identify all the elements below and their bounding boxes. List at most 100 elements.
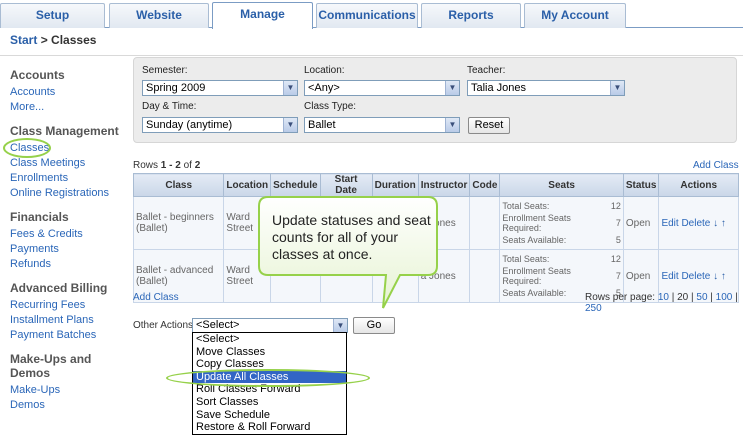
filter-panel: Semester: Spring 2009 ▼ Location: <Any> … <box>133 57 737 143</box>
col-status[interactable]: Status <box>622 173 660 197</box>
rpp-option-250[interactable]: 250 <box>585 303 602 314</box>
tab-my-account[interactable]: My Account <box>524 3 626 28</box>
sidebar-item-class-meetings[interactable]: Class Meetings <box>10 156 125 171</box>
chevron-down-icon: ▼ <box>283 118 297 132</box>
dropdown-option[interactable]: Save Schedule <box>193 409 346 422</box>
location-select[interactable]: <Any> ▼ <box>304 80 460 96</box>
sidebar-item-make-ups[interactable]: Make-Ups <box>10 383 125 398</box>
tab-setup[interactable]: Setup <box>0 3 105 28</box>
sidebar-item-classes[interactable]: Classes <box>10 141 125 156</box>
move-down-icon[interactable]: ↓ <box>713 218 718 229</box>
seats-value: 5 <box>615 235 621 245</box>
seats-label: Total Seats: <box>502 254 550 264</box>
divider <box>0 55 743 56</box>
chevron-down-icon: ▼ <box>445 118 459 132</box>
dropdown-option-update-all-classes[interactable]: Update All Classes <box>193 370 346 384</box>
breadcrumb-separator: > <box>40 33 48 47</box>
dropdown-option[interactable]: Copy Classes <box>193 358 346 371</box>
rows-of: of <box>183 160 192 171</box>
rpp-option-100[interactable]: 100 <box>716 292 733 303</box>
col-class[interactable]: Class <box>132 173 225 197</box>
col-start-date[interactable]: Start Date <box>319 173 373 197</box>
sidebar-item-demos[interactable]: Demos <box>10 398 125 413</box>
sidebar-item-payment-batches[interactable]: Payment Batches <box>10 328 125 343</box>
col-code[interactable]: Code <box>469 173 501 197</box>
tooltip-callout: Update statuses and seat counts for all … <box>258 196 438 309</box>
edit-link[interactable]: Edit <box>661 218 678 229</box>
teacher-select[interactable]: Talia Jones ▼ <box>467 80 625 96</box>
sidebar-section-class-management: Class Management <box>10 124 119 138</box>
other-actions-label: Other Actions: <box>133 320 196 331</box>
other-actions-select[interactable]: <Select> ▼ <box>192 318 348 333</box>
cell-actions: Edit Delete ↓ ↑ <box>658 196 739 250</box>
rpp-option-20-selected: 20 <box>677 292 689 303</box>
rows-info: Rows 1 - 2 of 2 <box>133 160 200 171</box>
sidebar-item-fees-credits[interactable]: Fees & Credits <box>10 227 125 242</box>
seats-value: 7 <box>615 218 621 228</box>
daytime-select[interactable]: Sunday (anytime) ▼ <box>142 117 298 133</box>
cell-seats: Total Seats: 12 Enrollment Seats Required… <box>499 196 624 250</box>
classtype-value: Ballet <box>308 119 336 131</box>
semester-select[interactable]: Spring 2009 ▼ <box>142 80 298 96</box>
sidebar-item-installment-plans[interactable]: Installment Plans <box>10 313 125 328</box>
add-class-link-top[interactable]: Add Class <box>693 160 739 171</box>
sidebar-item-payments[interactable]: Payments <box>10 242 125 257</box>
sidebar-item-accounts[interactable]: Accounts <box>10 85 125 100</box>
sidebar-item-more[interactable]: More... <box>10 100 125 115</box>
cell-code <box>469 249 501 303</box>
semester-value: Spring 2009 <box>146 82 206 94</box>
rows-total: 2 <box>194 160 201 171</box>
add-class-link-bottom[interactable]: Add Class <box>133 292 179 303</box>
rows-per-page-label: Rows per page: <box>585 292 656 303</box>
dropdown-option[interactable]: Sort Classes <box>193 396 346 409</box>
classtype-select[interactable]: Ballet ▼ <box>304 117 460 133</box>
move-down-icon[interactable]: ↓ <box>713 271 718 282</box>
sidebar: Accounts Accounts More... Class Manageme… <box>10 68 125 413</box>
chevron-down-icon: ▼ <box>610 81 624 95</box>
sidebar-item-online-registrations[interactable]: Online Registrations <box>10 186 125 201</box>
other-actions-dropdown: <Select> Move Classes Copy Classes Updat… <box>192 332 347 435</box>
sidebar-item-recurring-fees[interactable]: Recurring Fees <box>10 298 125 313</box>
sidebar-section-accounts: Accounts <box>10 68 65 82</box>
rows-range: 1 - 2 <box>160 160 181 171</box>
seats-label: Enrollment Seats Required: <box>502 213 571 233</box>
col-schedule[interactable]: Schedule <box>270 173 321 197</box>
move-up-icon[interactable]: ↑ <box>721 271 726 282</box>
callout-text: Update statuses and seat counts for all … <box>272 212 431 262</box>
table-header-row: Class Location Schedule Start Date Durat… <box>132 173 739 197</box>
tab-reports[interactable]: Reports <box>421 3 521 28</box>
chevron-down-icon: ▼ <box>333 319 347 332</box>
col-seats[interactable]: Seats <box>499 173 624 197</box>
dropdown-option[interactable]: <Select> <box>193 333 346 346</box>
go-button[interactable]: Go <box>353 317 395 334</box>
teacher-label: Teacher: <box>467 65 506 76</box>
dropdown-option[interactable]: Roll Classes Forward <box>193 383 346 396</box>
teacher-value: Talia Jones <box>471 82 527 94</box>
delete-link[interactable]: Delete <box>681 218 710 229</box>
semester-label: Semester: <box>142 65 188 76</box>
move-up-icon[interactable]: ↑ <box>721 218 726 229</box>
breadcrumb-start-link[interactable]: Start <box>10 33 37 47</box>
delete-link[interactable]: Delete <box>681 271 710 282</box>
col-instructor[interactable]: Instructor <box>417 173 471 197</box>
seats-label: Enrollment Seats Required: <box>502 266 571 286</box>
reset-button[interactable]: Reset <box>468 117 510 134</box>
seats-label: Seats Available: <box>502 235 567 245</box>
dropdown-option[interactable]: Restore & Roll Forward <box>193 421 346 434</box>
edit-link[interactable]: Edit <box>661 271 678 282</box>
sidebar-item-refunds[interactable]: Refunds <box>10 257 125 272</box>
col-duration[interactable]: Duration <box>371 173 419 197</box>
tab-communications[interactable]: Communications <box>316 3 418 28</box>
rpp-option-10[interactable]: 10 <box>658 292 669 303</box>
daytime-value: Sunday (anytime) <box>146 119 233 131</box>
sidebar-item-enrollments[interactable]: Enrollments <box>10 171 125 186</box>
tab-bar: Setup Website Manage Communications Repo… <box>0 0 743 29</box>
dropdown-option[interactable]: Move Classes <box>193 346 346 359</box>
cell-class: Ballet - beginners (Ballet) <box>132 196 225 250</box>
tab-manage[interactable]: Manage <box>212 2 313 29</box>
col-actions: Actions <box>658 173 739 197</box>
col-location[interactable]: Location <box>223 173 272 197</box>
rows-prefix: Rows <box>133 160 159 171</box>
tab-website[interactable]: Website <box>109 3 209 28</box>
rpp-option-50[interactable]: 50 <box>696 292 707 303</box>
